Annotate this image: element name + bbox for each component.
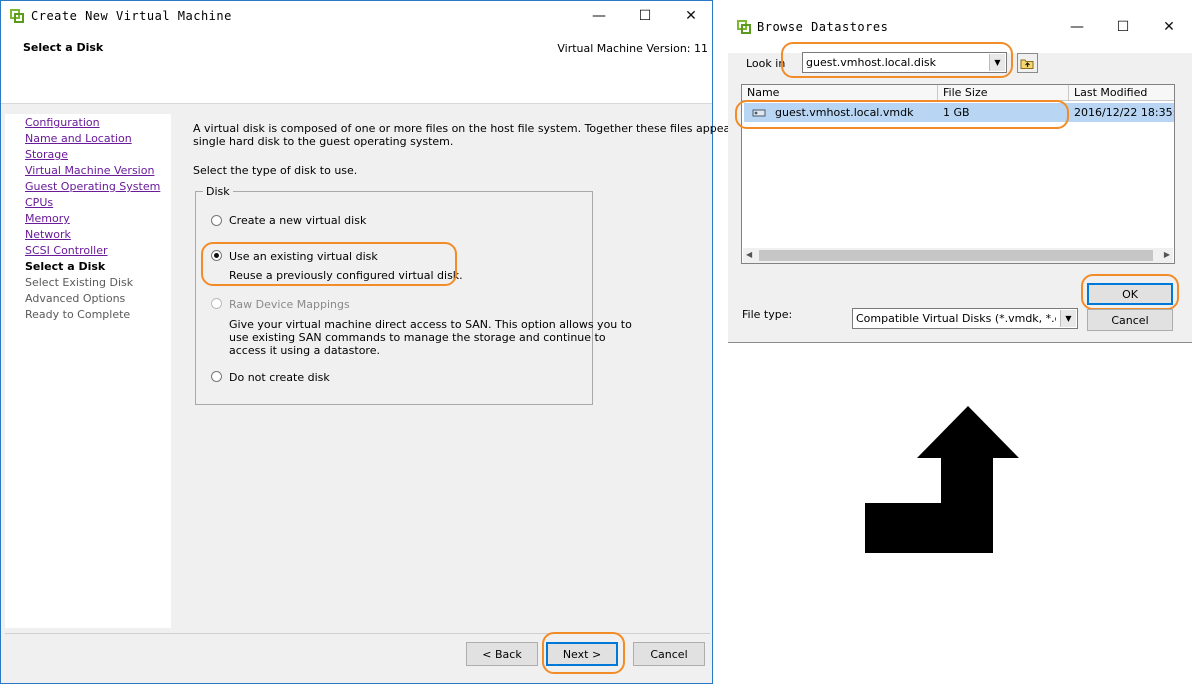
disk-type-prompt: Select the type of disk to use. bbox=[193, 164, 358, 177]
title-bar: Create New Virtual Machine — ☐ ✕ bbox=[1, 1, 712, 33]
close-button[interactable]: ✕ bbox=[1146, 12, 1192, 42]
cancel-button[interactable]: Cancel bbox=[633, 642, 705, 666]
scroll-left-icon[interactable]: ◀ bbox=[746, 250, 752, 259]
page-title: Select a Disk bbox=[23, 41, 104, 54]
nav-network[interactable]: Network bbox=[25, 228, 71, 241]
nav-name-and-location[interactable]: Name and Location bbox=[25, 132, 132, 145]
raw-device-mappings-radio bbox=[211, 298, 222, 309]
column-header-file-size[interactable]: File Size bbox=[938, 85, 1069, 101]
nav-cpus[interactable]: CPUs bbox=[25, 196, 53, 209]
create-new-disk-radio[interactable] bbox=[211, 215, 222, 226]
scroll-right-icon[interactable]: ▶ bbox=[1164, 250, 1170, 259]
file-row-highlight bbox=[735, 100, 1069, 129]
create-vm-window: Create New Virtual Machine — ☐ ✕ Select … bbox=[0, 0, 761, 684]
column-header-last-modified[interactable]: Last Modified bbox=[1069, 85, 1174, 101]
nav-advanced-options: Advanced Options bbox=[25, 292, 126, 305]
existing-disk-highlight bbox=[201, 242, 457, 286]
browse-datastores-window: Browse Datastores — ☐ ✕ Look in guest.vm… bbox=[728, 0, 1192, 343]
window-title: Create New Virtual Machine bbox=[31, 9, 232, 23]
vmware-logo-icon bbox=[10, 9, 24, 23]
ok-button-highlight bbox=[1081, 274, 1179, 310]
raw-device-mappings-label: Raw Device Mappings bbox=[229, 298, 350, 311]
raw-device-desc-line3: access it using a datastore. bbox=[229, 344, 380, 357]
maximize-button[interactable]: ☐ bbox=[622, 1, 668, 31]
up-folder-button[interactable] bbox=[1017, 53, 1038, 73]
intro-text-line2: single hard disk to the guest operating … bbox=[193, 135, 454, 148]
column-header-name[interactable]: Name bbox=[742, 85, 938, 101]
close-button[interactable]: ✕ bbox=[668, 1, 714, 31]
minimize-button[interactable]: — bbox=[576, 1, 622, 31]
nav-storage[interactable]: Storage bbox=[25, 148, 68, 161]
window-title: Browse Datastores bbox=[757, 20, 889, 34]
nav-guest-os[interactable]: Guest Operating System bbox=[25, 180, 160, 193]
no-disk-radio[interactable] bbox=[211, 371, 222, 382]
wizard-header: Select a Disk Virtual Machine Version: 1… bbox=[1, 33, 712, 104]
next-button-highlight bbox=[542, 632, 625, 674]
file-last-modified: 2016/12/22 18:35:29 bbox=[1074, 106, 1174, 119]
nav-memory[interactable]: Memory bbox=[25, 212, 70, 225]
look-in-highlight bbox=[781, 42, 1013, 78]
wizard-steps-nav: Configuration Name and Location Storage … bbox=[5, 114, 171, 628]
no-disk-label[interactable]: Do not create disk bbox=[229, 371, 330, 384]
nav-vm-version[interactable]: Virtual Machine Version bbox=[25, 164, 154, 177]
file-type-value: Compatible Virtual Disks (*.vmdk, *.dsk,… bbox=[856, 312, 1056, 325]
cancel-button[interactable]: Cancel bbox=[1087, 309, 1173, 331]
disk-group-label: Disk bbox=[203, 185, 233, 198]
arrow-up-icon bbox=[865, 406, 1019, 553]
nav-scsi-controller[interactable]: SCSI Controller bbox=[25, 244, 108, 257]
minimize-button[interactable]: — bbox=[1054, 12, 1100, 42]
file-type-label: File type: bbox=[742, 308, 793, 321]
raw-device-desc-line1: Give your virtual machine direct access … bbox=[229, 318, 632, 331]
maximize-button[interactable]: ☐ bbox=[1100, 12, 1146, 42]
nav-select-existing-disk: Select Existing Disk bbox=[25, 276, 134, 289]
intro-text-line1: A virtual disk is composed of one or mor… bbox=[193, 122, 761, 135]
folder-up-icon bbox=[1020, 59, 1034, 69]
raw-device-desc-line2: use existing SAN commands to manage the … bbox=[229, 331, 606, 344]
vm-version-label: Virtual Machine Version: 11 bbox=[557, 42, 708, 55]
create-new-disk-label[interactable]: Create a new virtual disk bbox=[229, 214, 366, 227]
scroll-thumb[interactable] bbox=[759, 250, 1153, 261]
chevron-down-icon[interactable]: ▼ bbox=[1060, 310, 1076, 327]
horizontal-scrollbar[interactable]: ◀ ▶ bbox=[743, 248, 1173, 263]
look-in-label: Look in bbox=[746, 57, 786, 70]
nav-configuration[interactable]: Configuration bbox=[25, 116, 100, 129]
nav-select-a-disk: Select a Disk bbox=[25, 260, 106, 273]
vmware-logo-icon bbox=[737, 20, 751, 34]
file-type-dropdown[interactable]: Compatible Virtual Disks (*.vmdk, *.dsk,… bbox=[852, 308, 1078, 329]
nav-ready-to-complete: Ready to Complete bbox=[25, 308, 131, 321]
back-button[interactable]: < Back bbox=[466, 642, 538, 666]
